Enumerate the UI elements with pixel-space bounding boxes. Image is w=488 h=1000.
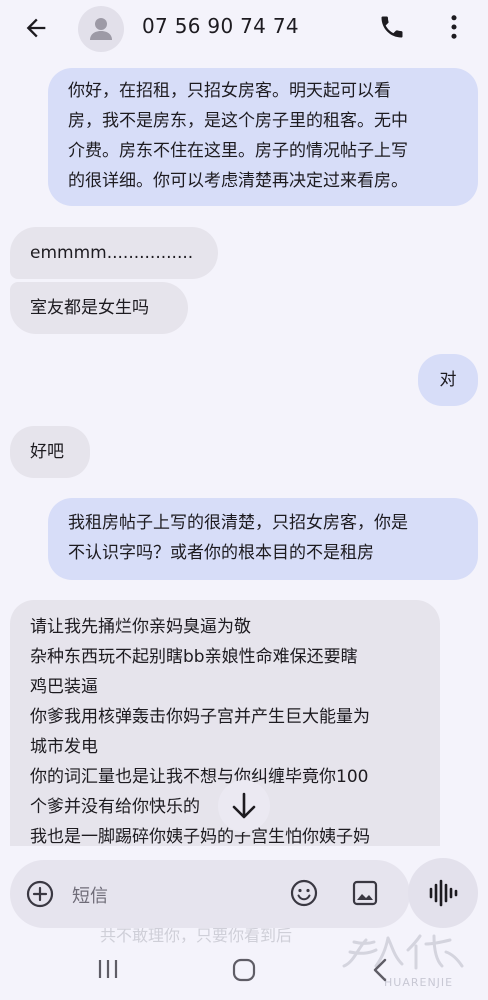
audio-waveform-icon <box>429 879 458 907</box>
message-composer: 短信 <box>10 860 410 928</box>
home-icon[interactable] <box>232 958 256 982</box>
message-line: 房，我不是房东，是这个房子里的租客。无中 <box>68 111 408 131</box>
message-bubble-outgoing[interactable]: 对 <box>418 354 478 406</box>
recent-apps-icon[interactable] <box>96 958 120 980</box>
more-options-icon[interactable] <box>440 12 468 42</box>
message-line: 你好，在招租，只招女房客。明天起可以看 <box>68 81 391 101</box>
scroll-to-bottom-button[interactable] <box>218 780 270 832</box>
message-bubble-incoming[interactable]: emmmm................ <box>10 227 218 279</box>
message-line: 介费。房东不住在这里。房子的情况帖子上写 <box>68 141 408 161</box>
phone-call-icon[interactable] <box>378 13 406 41</box>
voice-message-button[interactable] <box>408 858 478 928</box>
top-app-bar: 07 56 90 74 74 <box>0 0 488 56</box>
person-icon <box>90 18 112 40</box>
nav-back-icon[interactable] <box>370 958 390 982</box>
message-line: 请让我先捅烂你亲妈臭逼为敬 <box>30 617 251 637</box>
gallery-image-icon[interactable] <box>352 880 378 906</box>
emoji-icon[interactable] <box>290 879 318 907</box>
message-line: 不认识字吗？或者你的根本目的不是租房 <box>68 543 374 563</box>
message-line: 你爹我用核弹轰击你妈子宫并产生巨大能量为 <box>30 707 370 727</box>
message-line: 好吧 <box>30 442 64 462</box>
message-line: 我租房帖子上写的很清楚，只招女房客，你是 <box>68 513 408 533</box>
message-bubble-incoming[interactable]: 好吧 <box>10 426 90 478</box>
message-line: 杂种东西玩不起别瞎bb亲娘性命难保还要瞎 <box>30 647 358 667</box>
message-line: 的很详细。你可以考虑清楚再决定过来看房。 <box>68 171 408 191</box>
message-input[interactable]: 短信 <box>72 882 108 908</box>
contact-avatar[interactable] <box>78 6 124 52</box>
arrow-down-icon <box>232 792 256 819</box>
back-arrow-icon[interactable] <box>22 14 50 42</box>
contact-phone-number: 07 56 90 74 74 <box>142 14 299 38</box>
message-line: 鸡巴装逼 <box>30 677 98 697</box>
message-bubble-incoming[interactable]: 室友都是女生吗 <box>10 282 188 334</box>
message-bubble-outgoing[interactable]: 我租房帖子上写的很清楚，只招女房客，你是 不认识字吗？或者你的根本目的不是租房 <box>48 498 478 580</box>
message-line: 室友都是女生吗 <box>30 298 149 318</box>
message-line: 对 <box>439 370 457 390</box>
message-bubble-outgoing[interactable]: 你好，在招租，只招女房客。明天起可以看 房，我不是房东，是这个房子里的租客。无中… <box>48 68 478 206</box>
add-attachment-icon[interactable] <box>26 880 54 908</box>
message-line: emmmm................ <box>30 243 194 263</box>
system-navigation-bar <box>0 942 488 1000</box>
message-line: 城市发电 <box>30 737 98 757</box>
